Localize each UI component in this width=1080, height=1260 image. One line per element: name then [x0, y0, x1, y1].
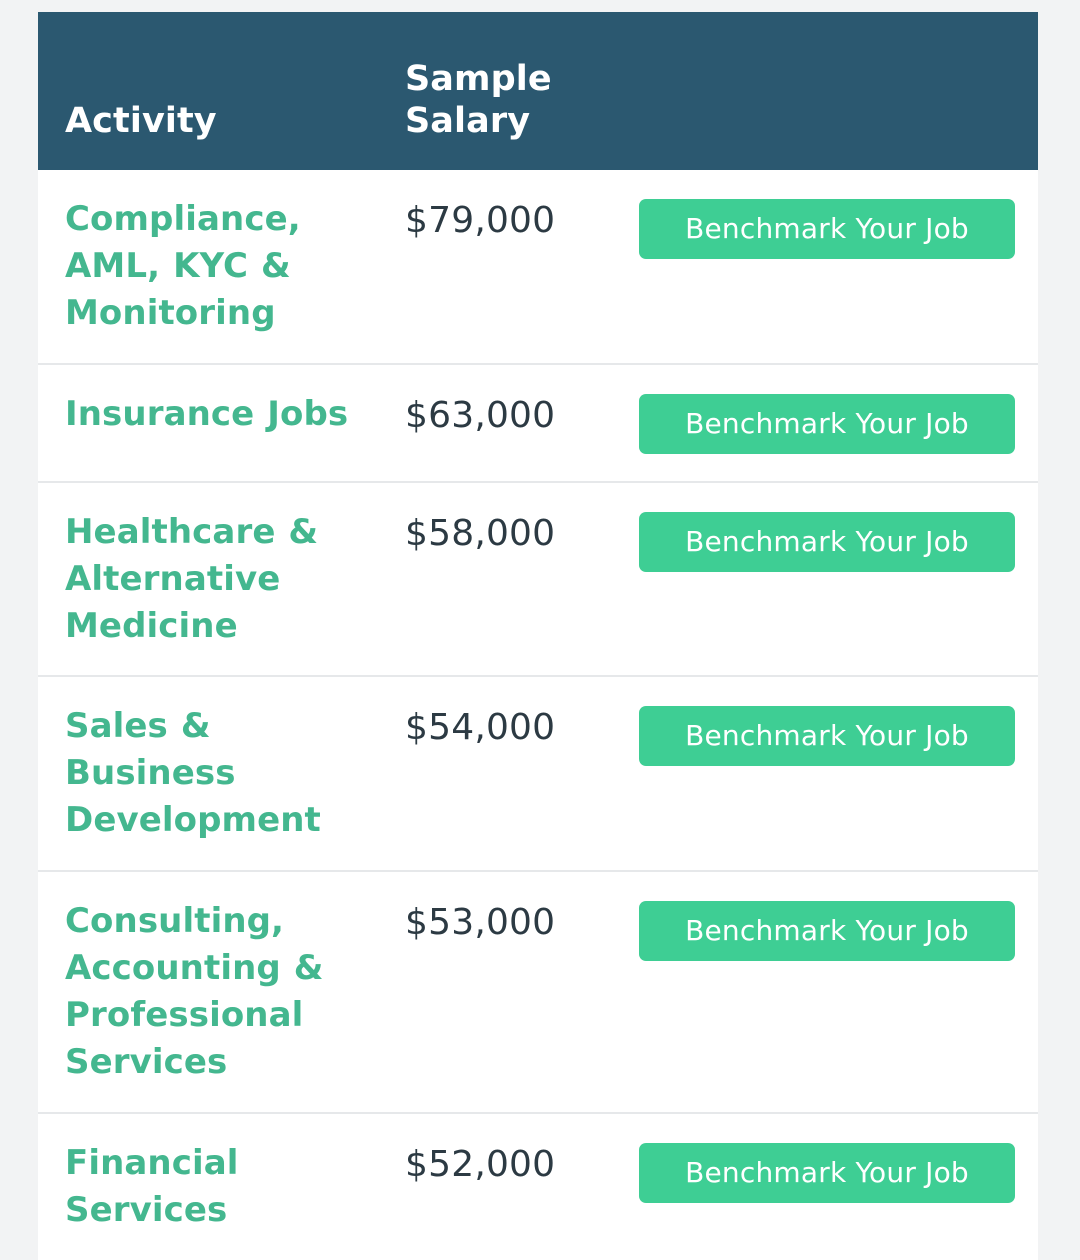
sample-salary-value: $63,000: [405, 394, 556, 436]
column-header-sample-salary-line2: Salary: [405, 100, 531, 141]
action-cell: Benchmark Your Job: [638, 703, 1038, 767]
table-row: Insurance Jobs $63,000 Benchmark Your Jo…: [38, 364, 1038, 483]
sample-salary-value: $58,000: [405, 512, 556, 554]
action-cell: Benchmark Your Job: [638, 898, 1038, 962]
benchmark-your-job-button[interactable]: Benchmark Your Job: [639, 901, 1015, 962]
benchmark-your-job-button[interactable]: Benchmark Your Job: [639, 706, 1015, 767]
sample-salary-value: $54,000: [405, 707, 556, 749]
table-row: Consulting, Accounting & Professional Se…: [38, 872, 1038, 1114]
activity-label: Consulting, Accounting & Professional Se…: [65, 901, 324, 1082]
page-container: Activity Sample Salary Compliance, AML, …: [0, 0, 1080, 1260]
activity-label: Financial Services: [65, 1142, 239, 1230]
column-header-activity: Activity: [65, 100, 217, 141]
activity-label: Sales & Business Development: [65, 706, 321, 841]
activity-label: Compliance, AML, KYC & Monitoring: [65, 199, 301, 333]
sample-salary-value: $52,000: [405, 1143, 556, 1185]
column-header-sample-salary: Sample Salary: [378, 59, 638, 142]
activity-label: Healthcare & Alternative Medicine: [65, 511, 319, 646]
action-cell: Benchmark Your Job: [638, 391, 1038, 454]
benchmark-your-job-button[interactable]: Benchmark Your Job: [639, 1142, 1015, 1203]
benchmark-your-job-button[interactable]: Benchmark Your Job: [639, 393, 1015, 454]
activity-label: Insurance Jobs: [65, 393, 349, 434]
sample-salary-value: $53,000: [405, 902, 556, 944]
benchmark-your-job-button[interactable]: Benchmark Your Job: [639, 199, 1015, 259]
column-header-sample-salary-line1: Sample: [405, 59, 552, 100]
action-cell: Benchmark Your Job: [638, 196, 1038, 259]
sample-salary-value: $79,000: [405, 200, 556, 241]
table-row: Compliance, AML, KYC & Monitoring $79,00…: [38, 170, 1038, 365]
table-header-row: Activity Sample Salary: [38, 12, 1038, 170]
action-cell: Benchmark Your Job: [638, 1140, 1038, 1203]
salary-table: Activity Sample Salary Compliance, AML, …: [38, 12, 1038, 1260]
benchmark-your-job-button[interactable]: Benchmark Your Job: [639, 511, 1015, 572]
action-cell: Benchmark Your Job: [638, 509, 1038, 572]
table-row: Sales & Business Development $54,000 Ben…: [38, 677, 1038, 873]
table-row: Healthcare & Alternative Medicine $58,00…: [38, 482, 1038, 678]
table-row: Financial Services $52,000 Benchmark You…: [38, 1113, 1038, 1260]
